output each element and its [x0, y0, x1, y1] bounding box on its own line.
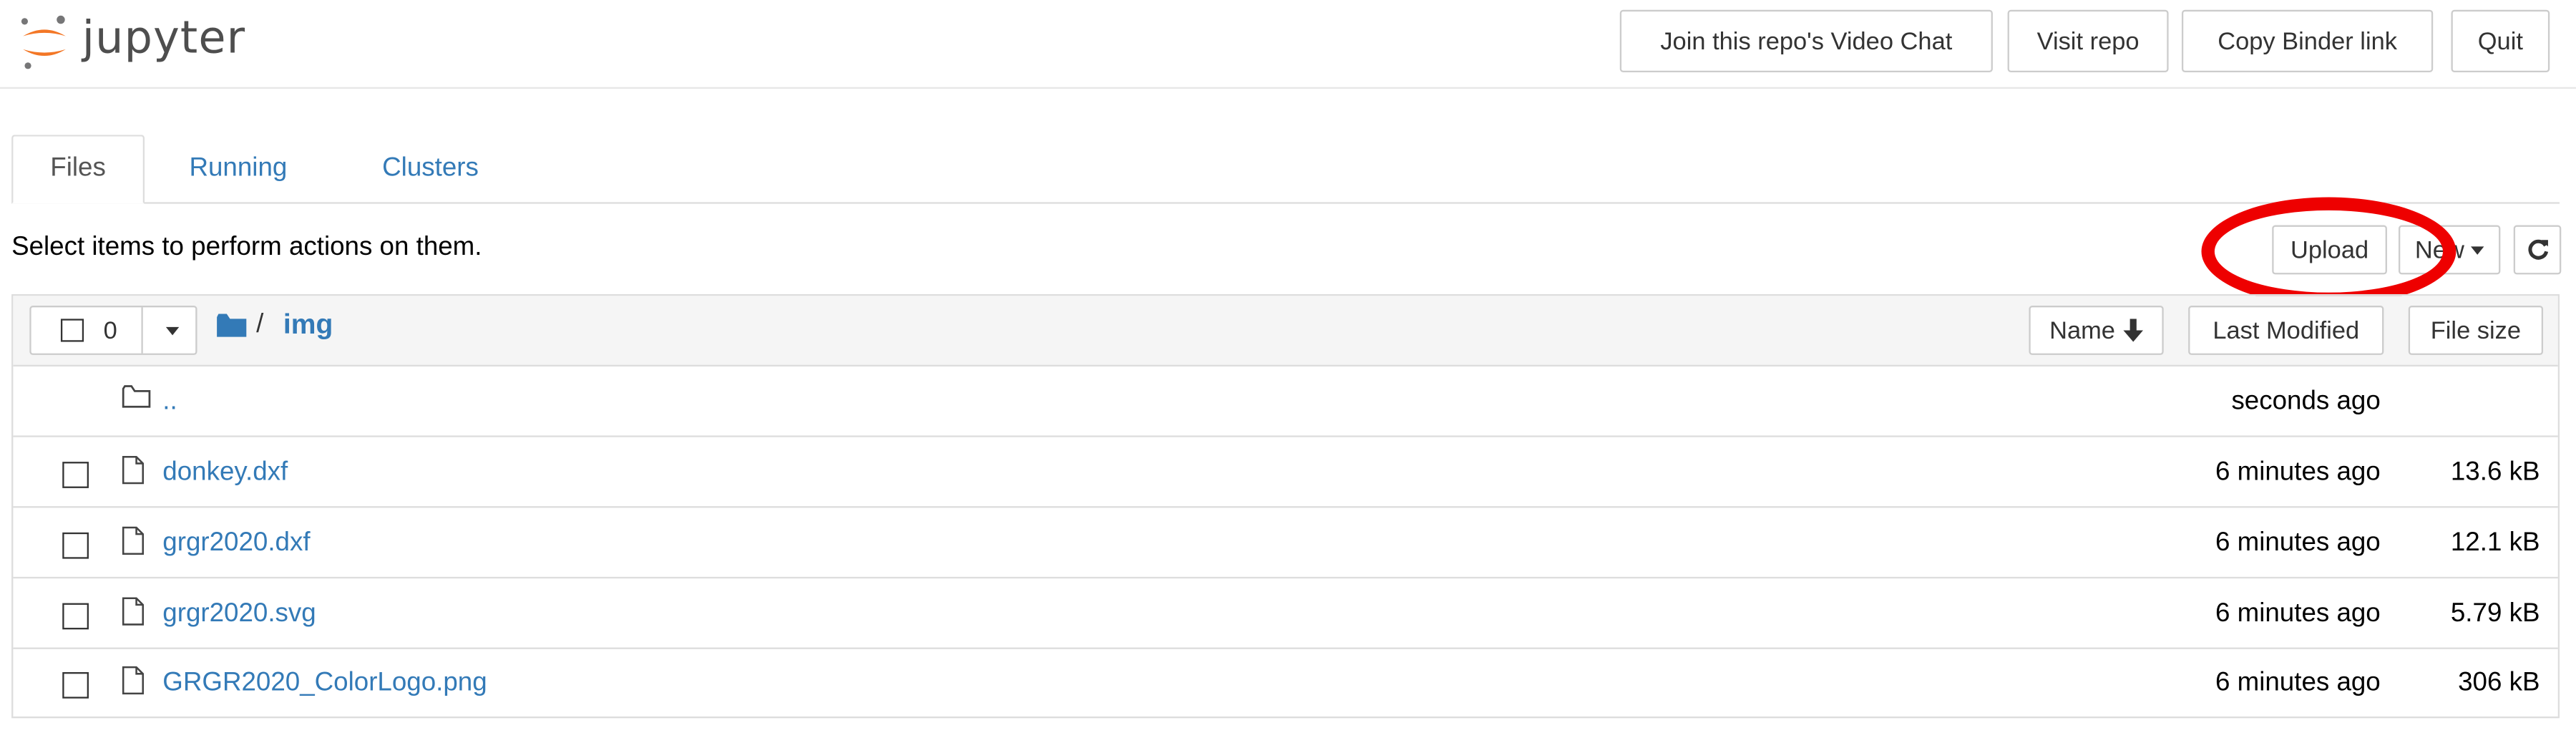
sort-by-last-modified-button[interactable]: Last Modified — [2188, 306, 2384, 355]
select-menu-chevron-icon[interactable] — [165, 326, 180, 336]
file-last-modified: seconds ago — [2231, 387, 2381, 416]
list-item-parent-folder[interactable]: .. seconds ago — [13, 366, 2558, 437]
file-size: 13.6 kB — [2450, 458, 2540, 487]
refresh-icon — [2527, 239, 2547, 260]
refresh-button[interactable] — [2513, 225, 2562, 275]
tab-bar: Files Running Clusters — [11, 135, 2560, 204]
selection-hint: Select items to perform actions on them. — [11, 233, 482, 262]
sort-by-name-button[interactable]: Name — [2029, 306, 2164, 355]
logo-text: jupyter — [82, 12, 246, 64]
file-name-link[interactable]: .. — [162, 388, 177, 417]
file-last-modified: 6 minutes ago — [2215, 458, 2381, 487]
new-label: New — [2414, 235, 2464, 264]
list-item[interactable]: GRGR2020_ColorLogo.png 6 minutes ago 306… — [13, 648, 2557, 719]
header: jupyter Join this repo's Video Chat Visi… — [0, 0, 2576, 89]
file-icon — [122, 666, 145, 695]
folder-icon[interactable] — [217, 313, 247, 337]
arrow-down-icon — [2122, 319, 2142, 342]
list-item[interactable]: grgr2020.dxf 6 minutes ago 12.1 kB — [13, 508, 2558, 579]
row-checkbox[interactable] — [62, 603, 89, 630]
row-checkbox[interactable] — [62, 672, 89, 699]
row-checkbox[interactable] — [62, 462, 89, 488]
new-dropdown-button[interactable]: New — [2399, 225, 2501, 275]
row-checkbox[interactable] — [62, 532, 89, 559]
select-all-group[interactable]: 0 — [29, 306, 197, 355]
file-name-link[interactable]: grgr2020.dxf — [162, 529, 310, 558]
jupyter-logo-icon — [21, 15, 66, 69]
file-name-link[interactable]: grgr2020.svg — [162, 600, 316, 629]
current-directory-link[interactable]: img — [283, 309, 333, 342]
path-separator: / — [256, 310, 264, 339]
file-size: 5.79 kB — [2450, 600, 2540, 628]
tab-clusters[interactable]: Clusters — [351, 135, 509, 202]
folder-outline-icon — [122, 385, 151, 408]
file-list-header: 0 / img Name Last Modified File size — [13, 296, 2558, 366]
file-name-link[interactable]: GRGR2020_ColorLogo.png — [162, 669, 487, 698]
jupyter-logo[interactable]: jupyter — [20, 10, 246, 76]
file-last-modified: 6 minutes ago — [2215, 529, 2381, 558]
file-last-modified: 6 minutes ago — [2215, 600, 2381, 628]
file-icon — [122, 597, 145, 626]
file-size: 306 kB — [2458, 669, 2540, 697]
list-item[interactable]: grgr2020.svg 6 minutes ago 5.79 kB — [13, 578, 2558, 649]
file-name-link[interactable]: donkey.dxf — [162, 459, 288, 488]
jupyter-tree-page: jupyter Join this repo's Video Chat Visi… — [0, 0, 2576, 743]
file-icon — [122, 526, 145, 555]
chevron-down-icon — [2471, 246, 2484, 254]
divider — [141, 307, 143, 354]
breadcrumb: / img — [217, 309, 333, 342]
upload-button[interactable]: Upload — [2272, 225, 2387, 275]
copy-binder-link-button[interactable]: Copy Binder link — [2181, 9, 2434, 73]
video-chat-button[interactable]: Join this repo's Video Chat — [1619, 9, 1993, 73]
tab-running[interactable]: Running — [171, 135, 306, 202]
visit-repo-button[interactable]: Visit repo — [2007, 9, 2169, 73]
sort-name-label: Name — [2049, 316, 2115, 344]
file-last-modified: 6 minutes ago — [2215, 669, 2381, 697]
file-icon — [122, 455, 145, 485]
list-item[interactable]: donkey.dxf 6 minutes ago 13.6 kB — [13, 437, 2558, 508]
selected-count: 0 — [103, 317, 117, 346]
select-all-checkbox[interactable] — [60, 319, 84, 342]
file-size: 12.1 kB — [2450, 529, 2540, 558]
quit-button[interactable]: Quit — [2451, 9, 2550, 73]
file-list: 0 / img Name Last Modified File size .. … — [11, 293, 2560, 719]
sort-by-file-size-button[interactable]: File size — [2408, 306, 2544, 355]
tab-files[interactable]: Files — [11, 135, 145, 204]
